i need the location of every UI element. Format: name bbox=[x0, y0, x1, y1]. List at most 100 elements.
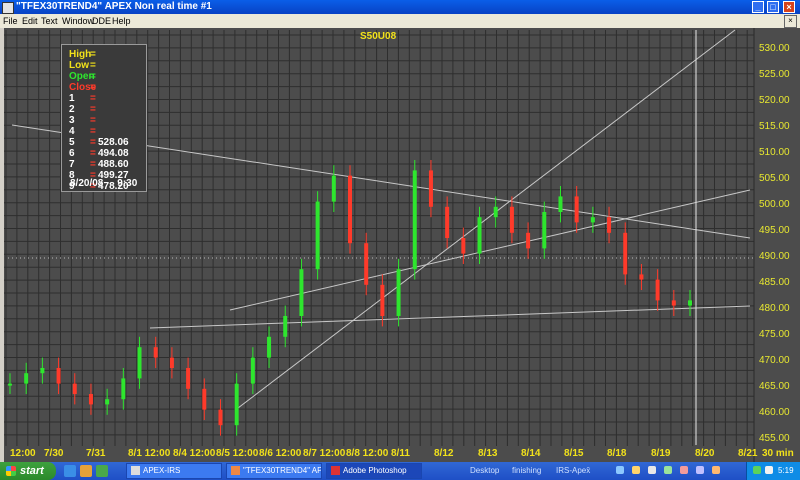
legend-row-open: Open = bbox=[62, 71, 146, 82]
candle-body bbox=[121, 378, 126, 400]
legend-key-high: High bbox=[69, 49, 92, 60]
legend-eq: = bbox=[90, 49, 96, 60]
tray-app-icon[interactable] bbox=[632, 466, 640, 474]
x-tick: 8/1 12:00 bbox=[128, 448, 171, 459]
y-tick: 475.00 bbox=[759, 329, 790, 340]
candle-body bbox=[169, 357, 174, 368]
legend-value: 488.60 bbox=[98, 159, 129, 170]
volume-icon[interactable] bbox=[765, 466, 773, 474]
toolbar-finishing[interactable]: finishing bbox=[512, 462, 541, 480]
ie-icon[interactable] bbox=[64, 465, 76, 477]
x-tick: 8/15 bbox=[564, 448, 584, 459]
candle-body bbox=[218, 409, 223, 426]
candle-body bbox=[72, 383, 77, 394]
start-button[interactable]: start bbox=[0, 462, 56, 480]
legend-eq: = bbox=[90, 159, 96, 170]
task-label: APEX-IRS bbox=[143, 466, 181, 475]
x-tick: 7/30 bbox=[44, 448, 64, 459]
candle-body bbox=[202, 388, 207, 410]
legend-row-close: Close = bbox=[62, 82, 146, 93]
legend-key-1: 1 bbox=[69, 93, 75, 104]
toolbar-irs-apex[interactable]: IRS-Apex̆ bbox=[556, 462, 590, 480]
legend-key-low: Low bbox=[69, 60, 89, 71]
candle-body bbox=[315, 201, 320, 270]
network-icon[interactable] bbox=[753, 466, 761, 474]
candle-body bbox=[396, 269, 401, 316]
task-apex-irs[interactable]: APEX-IRS bbox=[126, 463, 222, 479]
candle-body bbox=[639, 274, 644, 280]
folder-icon[interactable] bbox=[80, 465, 92, 477]
candle-body bbox=[40, 368, 45, 374]
legend-datetime: 8/20/08 9:30 bbox=[70, 178, 138, 189]
legend-row-3: 3 = bbox=[62, 115, 146, 126]
candle-body bbox=[607, 217, 612, 233]
tray-app-icon[interactable] bbox=[680, 466, 688, 474]
legend-key-2: 2 bbox=[69, 104, 75, 115]
chart-window-icon bbox=[231, 466, 240, 476]
legend-key-3: 3 bbox=[69, 115, 75, 126]
candle-body bbox=[445, 206, 450, 238]
task-tfex30trend4[interactable]: "TFEX30TREND4" AP... bbox=[226, 463, 322, 479]
candle-body bbox=[234, 383, 239, 426]
task-adobe-photoshop[interactable]: Adobe Photoshop bbox=[326, 463, 422, 479]
candle-body bbox=[574, 196, 579, 223]
legend-row-low: Low = bbox=[62, 60, 146, 71]
toolbar-desktop[interactable]: Desktop bbox=[470, 462, 499, 480]
legend-value: 494.08 bbox=[98, 148, 129, 159]
legend-value: 528.06 bbox=[98, 137, 129, 148]
candle-body bbox=[153, 347, 158, 358]
candle-body bbox=[283, 316, 288, 337]
x-tick: 8/19 bbox=[651, 448, 671, 459]
x-tick: 7/31 bbox=[86, 448, 106, 459]
legend-eq: = bbox=[90, 71, 96, 82]
y-tick: 490.00 bbox=[759, 251, 790, 262]
y-tick: 520.00 bbox=[759, 95, 790, 106]
clock: 5:19 bbox=[778, 466, 794, 475]
x-tick: 12:00 bbox=[10, 448, 36, 459]
x-tick: 8/13 bbox=[478, 448, 498, 459]
candle-body bbox=[380, 284, 385, 316]
tray-app-icon[interactable] bbox=[648, 466, 656, 474]
chart-symbol: S50U08 bbox=[360, 31, 397, 42]
candle-body bbox=[137, 347, 142, 379]
x-tick: 8/6 12:00 bbox=[259, 448, 302, 459]
legend-row-5: 5 = 528.06 bbox=[62, 137, 146, 148]
legend-eq: = bbox=[90, 148, 96, 159]
x-tick: 8/12 bbox=[434, 448, 454, 459]
candle-body bbox=[461, 238, 466, 254]
media-icon[interactable] bbox=[96, 465, 108, 477]
candle-body bbox=[688, 300, 692, 306]
candle-body bbox=[186, 368, 191, 389]
y-tick: 500.00 bbox=[759, 199, 790, 210]
x-tick: 8/11 bbox=[391, 448, 410, 459]
legend-eq: = bbox=[90, 104, 96, 115]
candle-body bbox=[493, 206, 498, 218]
tray-app-icon[interactable] bbox=[664, 466, 672, 474]
candles bbox=[8, 160, 692, 436]
y-tick: 510.00 bbox=[759, 147, 790, 158]
legend-eq: = bbox=[90, 60, 96, 71]
candle-body bbox=[8, 383, 12, 386]
legend-row-7: 7 = 488.60 bbox=[62, 159, 146, 170]
candle-body bbox=[526, 232, 531, 249]
y-tick: 505.00 bbox=[759, 173, 790, 184]
candle-body bbox=[24, 373, 29, 384]
x-tick: 8/21 bbox=[738, 448, 758, 459]
apex-icon bbox=[131, 466, 140, 476]
legend-key-4: 4 bbox=[69, 126, 75, 137]
candle-body bbox=[558, 196, 563, 212]
candle-body bbox=[509, 206, 514, 233]
candle-body bbox=[267, 336, 272, 358]
y-tick: 495.00 bbox=[759, 225, 790, 236]
start-label: start bbox=[20, 465, 44, 477]
y-tick: 460.00 bbox=[759, 407, 790, 418]
tray-app-icon[interactable] bbox=[712, 466, 720, 474]
tray-app-icon[interactable] bbox=[616, 466, 624, 474]
legend-key-6: 6 bbox=[69, 148, 75, 159]
legend-row-high: High = bbox=[62, 49, 146, 60]
candle-body bbox=[671, 300, 676, 306]
tray-app-icon[interactable] bbox=[696, 466, 704, 474]
y-tick: 480.00 bbox=[759, 303, 790, 314]
x-tick: 8/18 bbox=[607, 448, 627, 459]
task-label: Adobe Photoshop bbox=[343, 466, 407, 475]
